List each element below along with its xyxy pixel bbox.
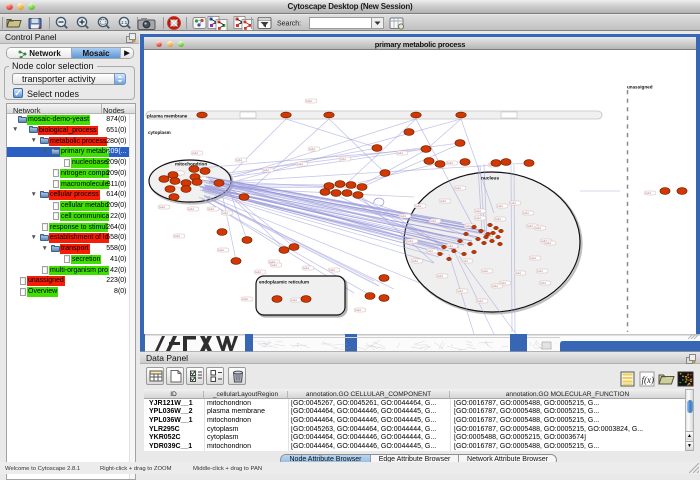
svg-text:lab-l: lab-l	[307, 99, 313, 103]
svg-text:lab-l: lab-l	[448, 161, 454, 165]
svg-text:lab-l: lab-l	[476, 216, 482, 220]
svg-text:lab-l: lab-l	[546, 241, 552, 245]
svg-text:lab-l: lab-l	[401, 214, 407, 218]
svg-text:lab-l: lab-l	[209, 207, 215, 211]
svg-text:lab-l: lab-l	[408, 239, 414, 243]
svg-text:lab-l: lab-l	[441, 199, 447, 203]
svg-text:lab-l: lab-l	[413, 259, 419, 263]
svg-text:lab-l: lab-l	[398, 151, 404, 155]
svg-text:lab-l: lab-l	[646, 191, 652, 195]
svg-text:lab-l: lab-l	[330, 268, 336, 272]
svg-text:lab-l: lab-l	[292, 298, 298, 302]
svg-text:lab-l: lab-l	[243, 297, 249, 301]
svg-text:plasma membrane: plasma membrane	[147, 114, 188, 119]
svg-text:lab-l: lab-l	[476, 209, 482, 213]
svg-text:lab-l: lab-l	[264, 168, 270, 172]
svg-text:lab-l: lab-l	[160, 205, 166, 209]
svg-text:lab-l: lab-l	[493, 284, 499, 288]
svg-text:mitochondrion: mitochondrion	[175, 162, 207, 167]
svg-text:lab-l: lab-l	[478, 299, 484, 303]
svg-text:lab-l: lab-l	[496, 217, 502, 221]
svg-text:lab-l: lab-l	[431, 219, 437, 223]
svg-text:lab-l: lab-l	[541, 281, 547, 285]
svg-text:lab-l: lab-l	[193, 151, 199, 155]
svg-text:lab-l: lab-l	[428, 249, 434, 253]
svg-text:Search:: Search:	[277, 21, 301, 28]
svg-text:lab-l: lab-l	[538, 269, 544, 273]
svg-text:lab-l: lab-l	[298, 162, 304, 166]
svg-text:lab-l: lab-l	[528, 224, 534, 228]
svg-text:1:1: 1:1	[121, 20, 128, 25]
svg-text:lab-l: lab-l	[310, 147, 316, 151]
svg-text:lab-l: lab-l	[189, 207, 195, 211]
svg-text:lab-l: lab-l	[237, 158, 243, 162]
svg-text:cytoplasm: cytoplasm	[148, 130, 171, 135]
svg-text:endoplasmic reticulum: endoplasmic reticulum	[259, 280, 309, 285]
svg-text:lab-l: lab-l	[524, 211, 530, 215]
svg-text:lab-l: lab-l	[223, 211, 229, 215]
svg-text:lab-l: lab-l	[483, 269, 489, 273]
svg-text:unassigned: unassigned	[627, 85, 653, 90]
svg-text:lab-l: lab-l	[341, 157, 347, 161]
svg-text:lab-l: lab-l	[456, 186, 462, 190]
svg-text:lab-l: lab-l	[256, 270, 262, 274]
svg-text:lab-l: lab-l	[531, 256, 537, 260]
svg-text:lab-l: lab-l	[498, 204, 504, 208]
svg-text:lab-l: lab-l	[511, 201, 517, 205]
svg-text:lab-l: lab-l	[304, 266, 310, 270]
svg-text:lab-l: lab-l	[356, 308, 362, 312]
svg-text:lab-l: lab-l	[458, 289, 464, 293]
svg-text:lab-l: lab-l	[466, 224, 472, 228]
svg-text:lab-l: lab-l	[219, 248, 225, 252]
svg-text:lab-l: lab-l	[272, 263, 278, 267]
svg-text:nucleus: nucleus	[481, 176, 499, 182]
svg-text:lab-l: lab-l	[501, 281, 507, 285]
svg-text:lab-l: lab-l	[175, 234, 181, 238]
svg-text:lab-l: lab-l	[448, 244, 454, 248]
svg-text:lab-l: lab-l	[536, 226, 542, 230]
svg-text:lab-l: lab-l	[516, 271, 522, 275]
svg-text:lab-l: lab-l	[463, 259, 469, 263]
svg-text:lab-l: lab-l	[416, 204, 422, 208]
svg-text:lab-l: lab-l	[438, 274, 444, 278]
svg-text:f(x): f(x)	[642, 375, 655, 385]
